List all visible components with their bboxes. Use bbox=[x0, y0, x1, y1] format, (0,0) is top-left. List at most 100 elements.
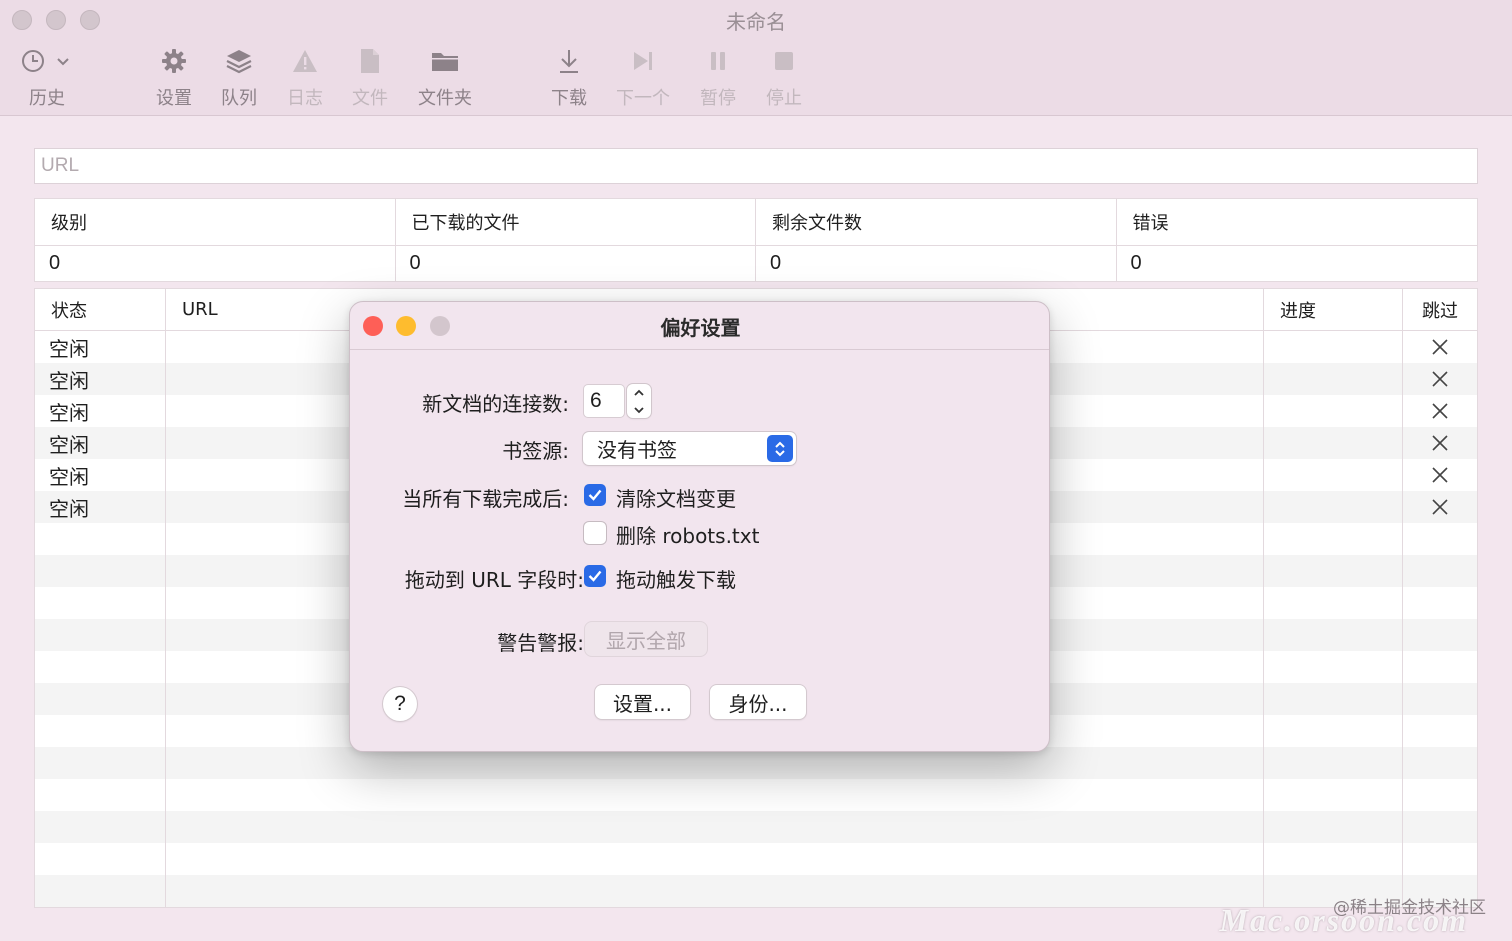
skip-x-icon[interactable] bbox=[1430, 497, 1450, 517]
stats-table: 级别 已下载的文件 剩余文件数 错误 0 0 0 0 bbox=[34, 198, 1478, 282]
table-row[interactable] bbox=[35, 843, 1477, 875]
status-cell bbox=[35, 523, 166, 555]
skip-cell bbox=[1403, 811, 1477, 843]
table-row[interactable] bbox=[35, 779, 1477, 811]
status-cell bbox=[35, 811, 166, 843]
progress-cell bbox=[1264, 555, 1403, 587]
settings-dialog-button[interactable]: 设置... bbox=[595, 685, 690, 719]
file-button[interactable]: 文件 bbox=[330, 44, 410, 110]
skip-x-icon[interactable] bbox=[1430, 401, 1450, 421]
bookmark-source-select[interactable]: 没有书签 bbox=[583, 432, 796, 465]
status-cell bbox=[35, 715, 166, 747]
stats-header-remaining: 剩余文件数 bbox=[756, 199, 1117, 245]
stats-value-downloaded: 0 bbox=[396, 246, 756, 281]
column-header-skip[interactable]: 跳过 bbox=[1403, 289, 1477, 330]
skip-x-icon[interactable] bbox=[1430, 465, 1450, 485]
help-button[interactable]: ? bbox=[383, 687, 417, 721]
status-cell bbox=[35, 747, 166, 779]
stats-header-downloaded: 已下载的文件 bbox=[396, 199, 756, 245]
progress-cell bbox=[1264, 395, 1403, 427]
stats-value-remaining: 0 bbox=[756, 246, 1117, 281]
skip-cell bbox=[1403, 715, 1477, 747]
stats-header-errors: 错误 bbox=[1132, 213, 1169, 234]
skip-x-icon[interactable] bbox=[1430, 433, 1450, 453]
next-label: 下一个 bbox=[616, 88, 670, 109]
folder-button[interactable]: 文件夹 bbox=[405, 44, 485, 110]
url-input[interactable] bbox=[35, 149, 1477, 183]
table-row[interactable] bbox=[35, 811, 1477, 843]
url-cell bbox=[166, 811, 1264, 843]
url-cell bbox=[166, 843, 1264, 875]
skip-cell bbox=[1403, 555, 1477, 587]
stats-header-row: 级别 已下载的文件 剩余文件数 错误 bbox=[35, 199, 1477, 245]
skip-cell bbox=[1403, 619, 1477, 651]
skip-cell bbox=[1403, 523, 1477, 555]
folder-icon bbox=[405, 44, 485, 78]
progress-cell bbox=[1264, 363, 1403, 395]
download-button[interactable]: 下载 bbox=[529, 44, 609, 110]
progress-cell bbox=[1264, 459, 1403, 491]
progress-cell bbox=[1264, 779, 1403, 811]
progress-cell bbox=[1264, 651, 1403, 683]
progress-cell bbox=[1264, 491, 1403, 523]
preferences-dialog: 偏好设置 新文档的连接数: 6 书签源: 没有书签 当所有下载完成后: 清除文档… bbox=[349, 301, 1050, 752]
drag-trigger-checkbox[interactable] bbox=[584, 565, 606, 587]
stepper-up-icon[interactable] bbox=[633, 389, 645, 397]
status-cell bbox=[35, 875, 166, 907]
progress-cell bbox=[1264, 683, 1403, 715]
watermark-orsoon: Mac.orsoon.com bbox=[1219, 902, 1468, 938]
progress-cell bbox=[1264, 715, 1403, 747]
status-cell bbox=[35, 587, 166, 619]
skip-cell bbox=[1403, 427, 1477, 459]
progress-cell bbox=[1264, 523, 1403, 555]
progress-cell bbox=[1264, 331, 1403, 363]
drag-to-url-label: 拖动到 URL 字段时: bbox=[404, 568, 584, 592]
connections-label: 新文档的连接数: bbox=[422, 392, 569, 416]
skip-cell bbox=[1403, 459, 1477, 491]
skip-cell bbox=[1403, 587, 1477, 619]
status-cell: 空闲 bbox=[35, 331, 166, 363]
stats-value-row: 0 0 0 0 bbox=[35, 245, 1477, 281]
skip-cell bbox=[1403, 651, 1477, 683]
url-cell bbox=[166, 875, 1264, 907]
progress-cell bbox=[1264, 843, 1403, 875]
next-button[interactable]: 下一个 bbox=[603, 44, 683, 110]
skip-x-icon[interactable] bbox=[1430, 369, 1450, 389]
history-label: 历史 bbox=[29, 88, 65, 109]
main-window: 未命名 历史 设置 队列 日志 文件 文件夹 下载 下一个 暂停 停止 URL … bbox=[0, 0, 1512, 941]
stop-icon bbox=[744, 44, 824, 78]
after-downloads-label: 当所有下载完成后: bbox=[402, 487, 569, 511]
stop-button[interactable]: 停止 bbox=[744, 44, 824, 110]
connections-field[interactable]: 6 bbox=[584, 385, 624, 417]
status-cell bbox=[35, 619, 166, 651]
warning-alerts-label: 警告警报: bbox=[497, 631, 584, 655]
status-cell bbox=[35, 651, 166, 683]
status-cell bbox=[35, 555, 166, 587]
clear-changes-checkbox[interactable] bbox=[584, 484, 606, 506]
toolbar: 未命名 历史 设置 队列 日志 文件 文件夹 下载 下一个 暂停 停止 bbox=[0, 0, 1512, 116]
status-cell bbox=[35, 843, 166, 875]
show-all-button[interactable]: 显示全部 bbox=[585, 622, 707, 656]
status-cell bbox=[35, 779, 166, 811]
delete-robots-label[interactable]: 删除 robots.txt bbox=[616, 520, 759, 549]
drag-trigger-label[interactable]: 拖动触发下载 bbox=[616, 564, 736, 593]
history-button[interactable]: 历史 bbox=[7, 44, 87, 110]
stats-value-errors: 0 bbox=[1130, 252, 1142, 274]
connections-stepper[interactable] bbox=[627, 384, 651, 418]
folder-label: 文件夹 bbox=[418, 88, 472, 109]
delete-robots-checkbox[interactable] bbox=[584, 522, 606, 544]
clear-changes-label[interactable]: 清除文档变更 bbox=[616, 483, 736, 512]
download-label: 下载 bbox=[551, 88, 587, 109]
progress-cell bbox=[1264, 811, 1403, 843]
column-header-progress[interactable]: 进度 bbox=[1264, 289, 1403, 330]
progress-cell bbox=[1264, 619, 1403, 651]
stop-label: 停止 bbox=[766, 88, 802, 109]
skip-x-icon[interactable] bbox=[1430, 337, 1450, 357]
status-cell: 空闲 bbox=[35, 491, 166, 523]
identity-button[interactable]: 身份... bbox=[710, 685, 806, 719]
column-header-status[interactable]: 状态 bbox=[35, 289, 166, 330]
window-title: 未命名 bbox=[726, 10, 786, 34]
stepper-down-icon[interactable] bbox=[633, 406, 645, 414]
skip-cell bbox=[1403, 747, 1477, 779]
status-cell: 空闲 bbox=[35, 363, 166, 395]
